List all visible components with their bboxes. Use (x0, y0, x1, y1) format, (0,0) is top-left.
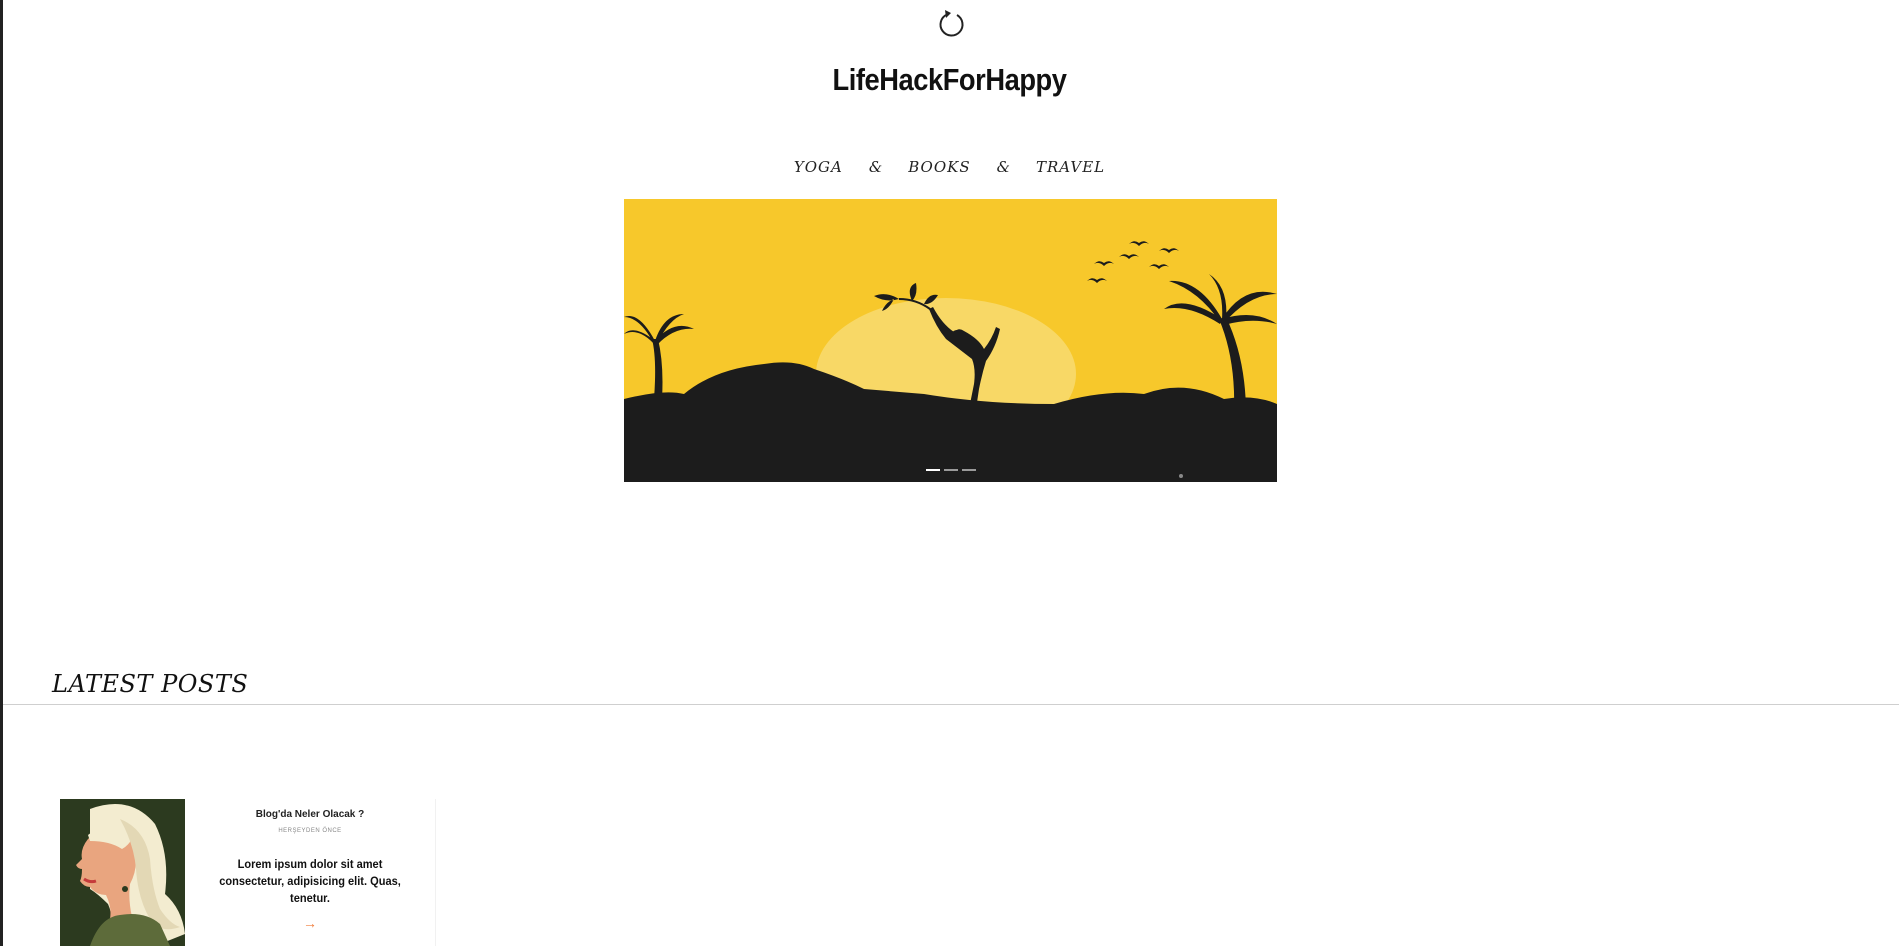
hero-slider[interactable] (624, 199, 1277, 482)
slider-indicators (926, 469, 976, 471)
nav-item-travel[interactable]: TRAVEL (1036, 158, 1105, 176)
nav-item-books[interactable]: BOOKS (908, 158, 970, 176)
refresh-logo-icon[interactable] (936, 7, 968, 41)
post-meta: HERŞEYDEN ÖNCE (278, 828, 342, 834)
nav-separator: & (868, 158, 883, 176)
post-excerpt: Lorem ipsum dolor sit amet consectetur, … (219, 857, 401, 905)
latest-posts-heading: LATEST POSTS (52, 670, 249, 698)
hero-yoga-illustration (624, 199, 1277, 482)
section-divider (3, 704, 1899, 705)
nav-item-yoga[interactable]: YOGA (794, 158, 843, 176)
read-more-arrow-icon[interactable]: → (185, 915, 435, 931)
post-card[interactable]: Blog'da Neler Olacak ? HERŞEYDEN ÖNCE Lo… (60, 799, 436, 946)
woman-portrait-illustration (60, 799, 185, 946)
slider-dot-1[interactable] (926, 469, 940, 471)
nav-separator: & (996, 158, 1010, 176)
slider-dot-2[interactable] (944, 469, 958, 471)
post-title[interactable]: Blog'da Neler Olacak ? (185, 809, 435, 820)
page-left-border (0, 0, 3, 946)
site-title[interactable]: LifeHackForHappy (114, 62, 1785, 98)
post-card-body: Blog'da Neler Olacak ? HERŞEYDEN ÖNCE Lo… (185, 799, 436, 946)
post-thumbnail[interactable] (60, 799, 185, 946)
main-nav: YOGA & BOOKS & TRAVEL (0, 158, 1899, 176)
slider-dot-3[interactable] (962, 469, 976, 471)
